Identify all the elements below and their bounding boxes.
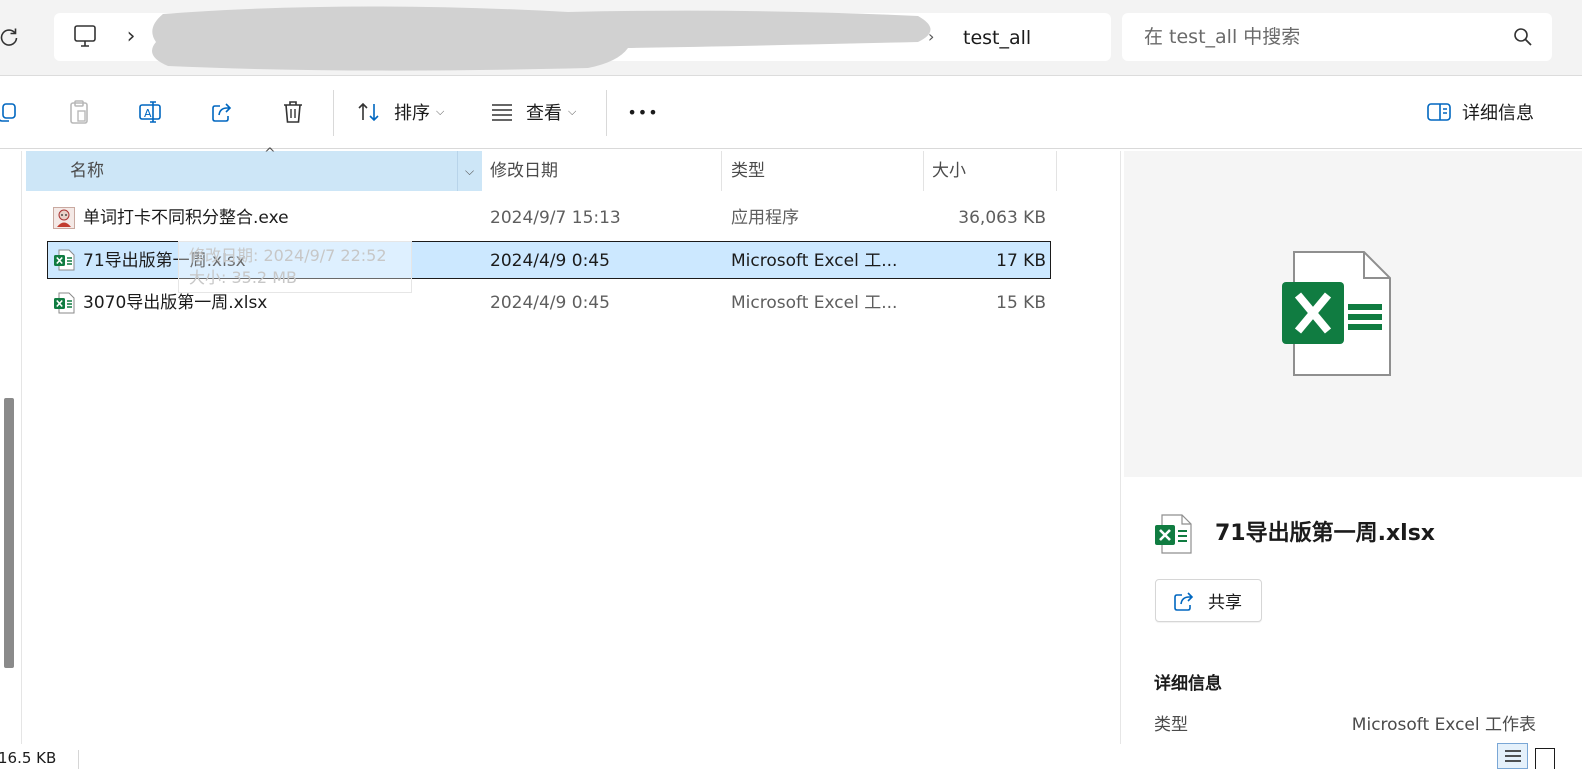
file-date: 2024/4/9 0:45: [490, 251, 610, 271]
view-label: 查看: [526, 103, 562, 124]
chevron-down-icon: ⌵: [568, 105, 577, 118]
details-view-toggle[interactable]: [1497, 743, 1528, 769]
excel-icon: [53, 292, 75, 314]
details-pane-icon: [1427, 103, 1451, 121]
file-type: 应用程序: [731, 208, 799, 228]
view-list-icon: [492, 104, 512, 121]
breadcrumb-chevron-icon[interactable]: ›: [928, 26, 944, 48]
column-header-size[interactable]: 大小: [932, 151, 966, 191]
file-size: 17 KB: [996, 251, 1046, 271]
status-selected-size: 16.5 KB: [0, 749, 57, 767]
rename-button[interactable]: A: [135, 97, 165, 127]
file-size: 15 KB: [996, 293, 1046, 313]
tooltip-line: 修改日期: 2024/9/7 22:52: [189, 246, 387, 265]
new-item-button[interactable]: [0, 97, 22, 127]
details-pane-toggle[interactable]: 详细信息: [1426, 97, 1534, 127]
status-divider: [78, 750, 79, 769]
details-section-heading: 详细信息: [1154, 674, 1222, 694]
command-bar: [0, 77, 1582, 149]
file-name: 单词打卡不同积分整合.exe: [83, 208, 289, 228]
redacted-path: [148, 4, 938, 72]
trash-icon: [284, 101, 302, 123]
column-divider[interactable]: [923, 151, 924, 191]
column-filter-chevron-icon[interactable]: ⌵: [457, 151, 481, 191]
rename-icon: A: [139, 101, 161, 123]
details-pane-divider[interactable]: [1120, 151, 1121, 744]
details-view-icon: [1504, 750, 1521, 762]
file-date: 2024/4/9 0:45: [490, 293, 610, 313]
details-label: 详细信息: [1462, 103, 1534, 124]
toolbar-divider: [606, 90, 607, 136]
refresh-button[interactable]: [0, 22, 24, 52]
sort-ascending-icon: ^: [264, 146, 276, 162]
details-file-title: 71导出版第一周.xlsx: [1215, 521, 1435, 546]
large-icons-view-toggle[interactable]: [1535, 748, 1555, 769]
this-pc-icon[interactable]: [72, 24, 100, 50]
sort-icon: [358, 102, 379, 122]
share-button[interactable]: 共享: [1155, 579, 1262, 622]
delete-button[interactable]: [278, 97, 308, 127]
share-toolbar-button[interactable]: [207, 97, 237, 127]
column-header-type[interactable]: 类型: [731, 151, 765, 191]
file-type: Microsoft Excel 工...: [731, 293, 898, 313]
share-icon: [1174, 591, 1194, 611]
file-row[interactable]: 单词打卡不同积分整合.exe 2024/9/7 15:13 应用程序 36,06…: [47, 199, 1051, 237]
breadcrumb-separator[interactable]: ›: [120, 24, 142, 50]
column-divider[interactable]: [721, 151, 722, 191]
paste-button[interactable]: [64, 97, 94, 127]
app-icon: [53, 207, 75, 229]
column-divider[interactable]: [1056, 151, 1057, 191]
file-size: 36,063 KB: [958, 208, 1046, 228]
status-bar: [0, 744, 1582, 769]
tooltip-line: 大小: 35.2 MB: [189, 268, 297, 287]
column-header-date[interactable]: 修改日期: [490, 151, 558, 191]
refresh-icon: [0, 28, 18, 46]
chevron-down-icon: ⌵: [436, 105, 445, 118]
search-input[interactable]: [1144, 22, 1494, 52]
breadcrumb-current-folder[interactable]: test_all: [963, 24, 1031, 52]
excel-icon: [1154, 513, 1192, 555]
excel-icon: [1282, 250, 1392, 378]
sort-button[interactable]: 排序 ⌵: [356, 97, 444, 127]
file-type: Microsoft Excel 工...: [731, 251, 898, 271]
share-label: 共享: [1208, 593, 1242, 613]
copy-icon: [0, 103, 16, 122]
excel-icon: [53, 249, 75, 271]
paste-icon: [70, 100, 88, 124]
property-type-label: 类型: [1154, 715, 1188, 735]
more-options-button[interactable]: •••: [626, 97, 660, 127]
sort-label: 排序: [394, 103, 430, 124]
search-icon[interactable]: [1512, 26, 1534, 48]
navigation-scrollbar-thumb[interactable]: [4, 398, 14, 668]
column-header-name[interactable]: 名称: [70, 151, 104, 191]
property-type-value: Microsoft Excel 工作表: [1351, 715, 1536, 735]
share-icon: [212, 103, 232, 122]
fading-tooltip: 修改日期: 2024/9/7 22:52 大小: 35.2 MB: [178, 241, 412, 293]
toolbar-divider: [333, 90, 334, 136]
view-button[interactable]: 查看 ⌵: [490, 97, 576, 127]
svg-text:A: A: [144, 107, 152, 120]
file-date: 2024/9/7 15:13: [490, 208, 621, 228]
